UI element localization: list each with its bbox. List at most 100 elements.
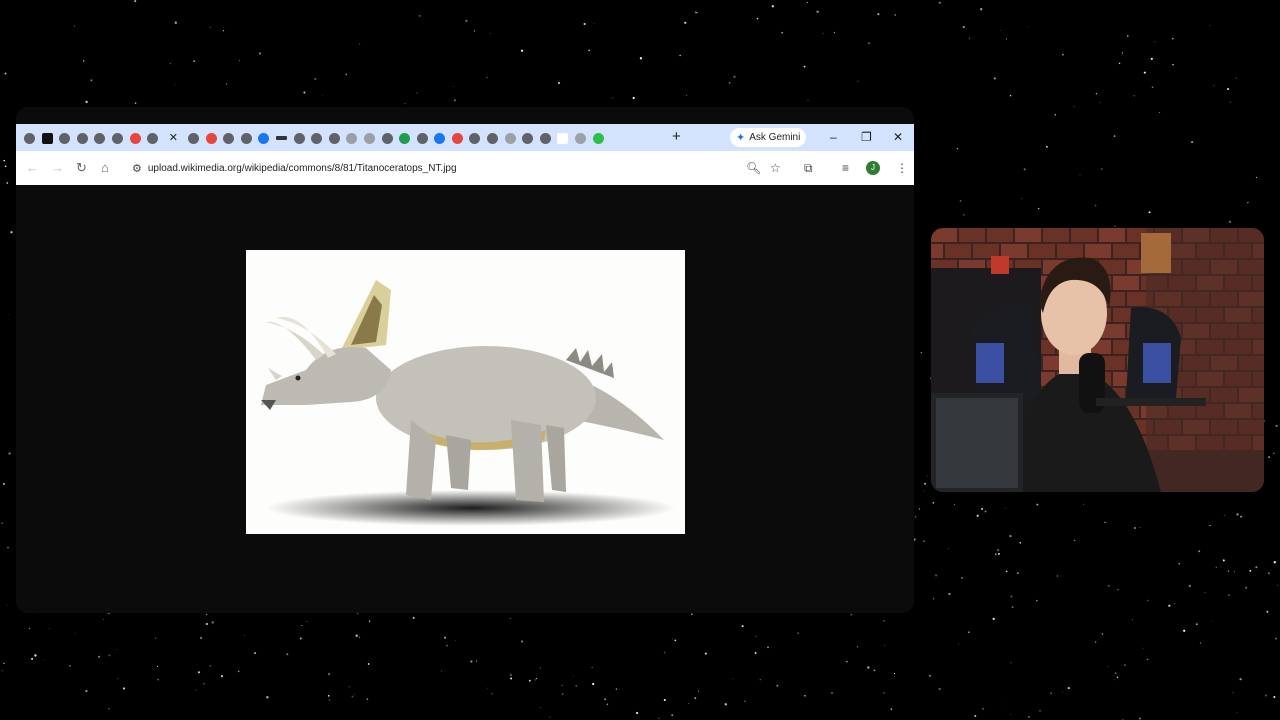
star	[686, 95, 687, 97]
star	[948, 592, 951, 596]
star	[1150, 57, 1153, 61]
star	[1276, 585, 1278, 587]
new-tab-button[interactable]: +	[672, 128, 681, 146]
star	[1121, 52, 1124, 54]
star	[226, 83, 228, 85]
generic-globe-icon[interactable]	[111, 132, 123, 144]
star	[1019, 542, 1021, 544]
star	[846, 660, 848, 663]
star	[1116, 676, 1119, 679]
star	[1273, 561, 1276, 564]
star	[967, 631, 970, 634]
generic-globe-icon[interactable]	[469, 132, 481, 144]
star	[994, 553, 997, 556]
generic-globe-icon[interactable]	[59, 132, 71, 144]
generic-globe-icon[interactable]	[24, 132, 35, 144]
star	[1005, 38, 1008, 40]
blank-page-icon[interactable]	[557, 132, 569, 144]
active-tab-close-icon[interactable]: ✕	[169, 132, 178, 144]
star	[327, 694, 330, 697]
star	[1, 670, 3, 672]
wordpress-icon[interactable]	[434, 132, 446, 144]
generic-globe-icon[interactable]	[381, 132, 393, 144]
wikipedia-icon[interactable]	[346, 132, 358, 144]
bookmark-star-icon[interactable]: ☆	[770, 159, 781, 177]
star	[1073, 106, 1075, 108]
forward-button[interactable]: →	[51, 159, 64, 177]
lens-search-icon[interactable]: ⧉	[804, 159, 813, 177]
star	[491, 693, 493, 695]
star	[1188, 584, 1192, 588]
star	[1001, 703, 1003, 705]
grey-circle-icon[interactable]	[575, 132, 587, 144]
dash-icon[interactable]	[275, 136, 287, 140]
profile-avatar[interactable]: J	[866, 161, 880, 175]
star	[1266, 610, 1269, 613]
star	[359, 43, 361, 45]
generic-globe-icon[interactable]	[147, 132, 159, 144]
generic-globe-icon[interactable]	[187, 132, 199, 144]
star	[781, 31, 784, 34]
star	[997, 549, 1000, 552]
generic-globe-icon[interactable]	[223, 132, 235, 144]
star	[1255, 176, 1258, 178]
back-button[interactable]: ←	[26, 159, 39, 177]
star	[914, 515, 917, 518]
more-menu-icon[interactable]: ⋮	[896, 159, 908, 177]
star	[117, 678, 118, 679]
close-window-button[interactable]: ✕	[893, 128, 903, 146]
nose-horn	[268, 368, 282, 380]
image-icon[interactable]	[504, 132, 516, 144]
webcam-feed	[931, 228, 1264, 492]
generic-globe-icon[interactable]	[328, 132, 340, 144]
minimize-button[interactable]: –	[830, 128, 837, 146]
reddit-icon[interactable]	[129, 132, 141, 144]
generic-globe-icon[interactable]	[293, 132, 305, 144]
generic-globe-icon[interactable]	[311, 132, 323, 144]
star	[98, 655, 101, 658]
star	[663, 651, 666, 654]
co-icon[interactable]	[363, 132, 375, 144]
reddit-icon[interactable]	[451, 132, 463, 144]
generic-globe-icon[interactable]	[94, 132, 106, 144]
star	[557, 81, 561, 85]
url-text[interactable]: upload.wikimedia.org/wikipedia/commons/8…	[148, 163, 457, 174]
star	[923, 490, 925, 492]
star	[193, 60, 195, 63]
star	[203, 683, 205, 685]
adobe-icon[interactable]	[205, 132, 217, 144]
home-button[interactable]: ⌂	[101, 159, 109, 177]
generic-globe-icon[interactable]	[539, 132, 551, 144]
green-square-icon[interactable]	[399, 132, 411, 144]
star	[1046, 145, 1048, 148]
star	[938, 1, 941, 4]
star	[1005, 570, 1008, 573]
star	[1139, 527, 1141, 528]
address-bar[interactable]: ⚙ upload.wikimedia.org/wikipedia/commons…	[126, 156, 792, 180]
star	[1107, 584, 1110, 587]
zoom-icon[interactable]: 🔍︎	[746, 159, 761, 177]
facebook-icon[interactable]	[258, 132, 270, 144]
ask-gemini-button[interactable]: ✦ Ask Gemini	[730, 128, 806, 147]
generic-globe-icon[interactable]	[487, 132, 499, 144]
brick	[1113, 244, 1139, 258]
site-settings-icon[interactable]: ⚙	[132, 162, 142, 175]
star	[731, 678, 733, 680]
dinosaur-image[interactable]	[246, 250, 685, 534]
generic-globe-icon[interactable]	[522, 132, 534, 144]
star	[2, 482, 5, 485]
restore-button[interactable]: ❐	[861, 128, 872, 146]
star	[1118, 62, 1121, 65]
reload-button[interactable]: ↻	[76, 159, 87, 177]
star	[1123, 664, 1126, 667]
star	[604, 698, 607, 701]
generic-globe-icon[interactable]	[76, 132, 88, 144]
star	[1236, 712, 1238, 713]
generic-globe-icon[interactable]	[240, 132, 252, 144]
star	[211, 621, 214, 624]
x-logo-icon[interactable]	[41, 132, 53, 144]
star	[1114, 679, 1115, 681]
reading-list-icon[interactable]: ≡	[842, 159, 849, 177]
green-circle-icon[interactable]	[592, 132, 604, 144]
generic-globe-icon[interactable]	[416, 132, 428, 144]
